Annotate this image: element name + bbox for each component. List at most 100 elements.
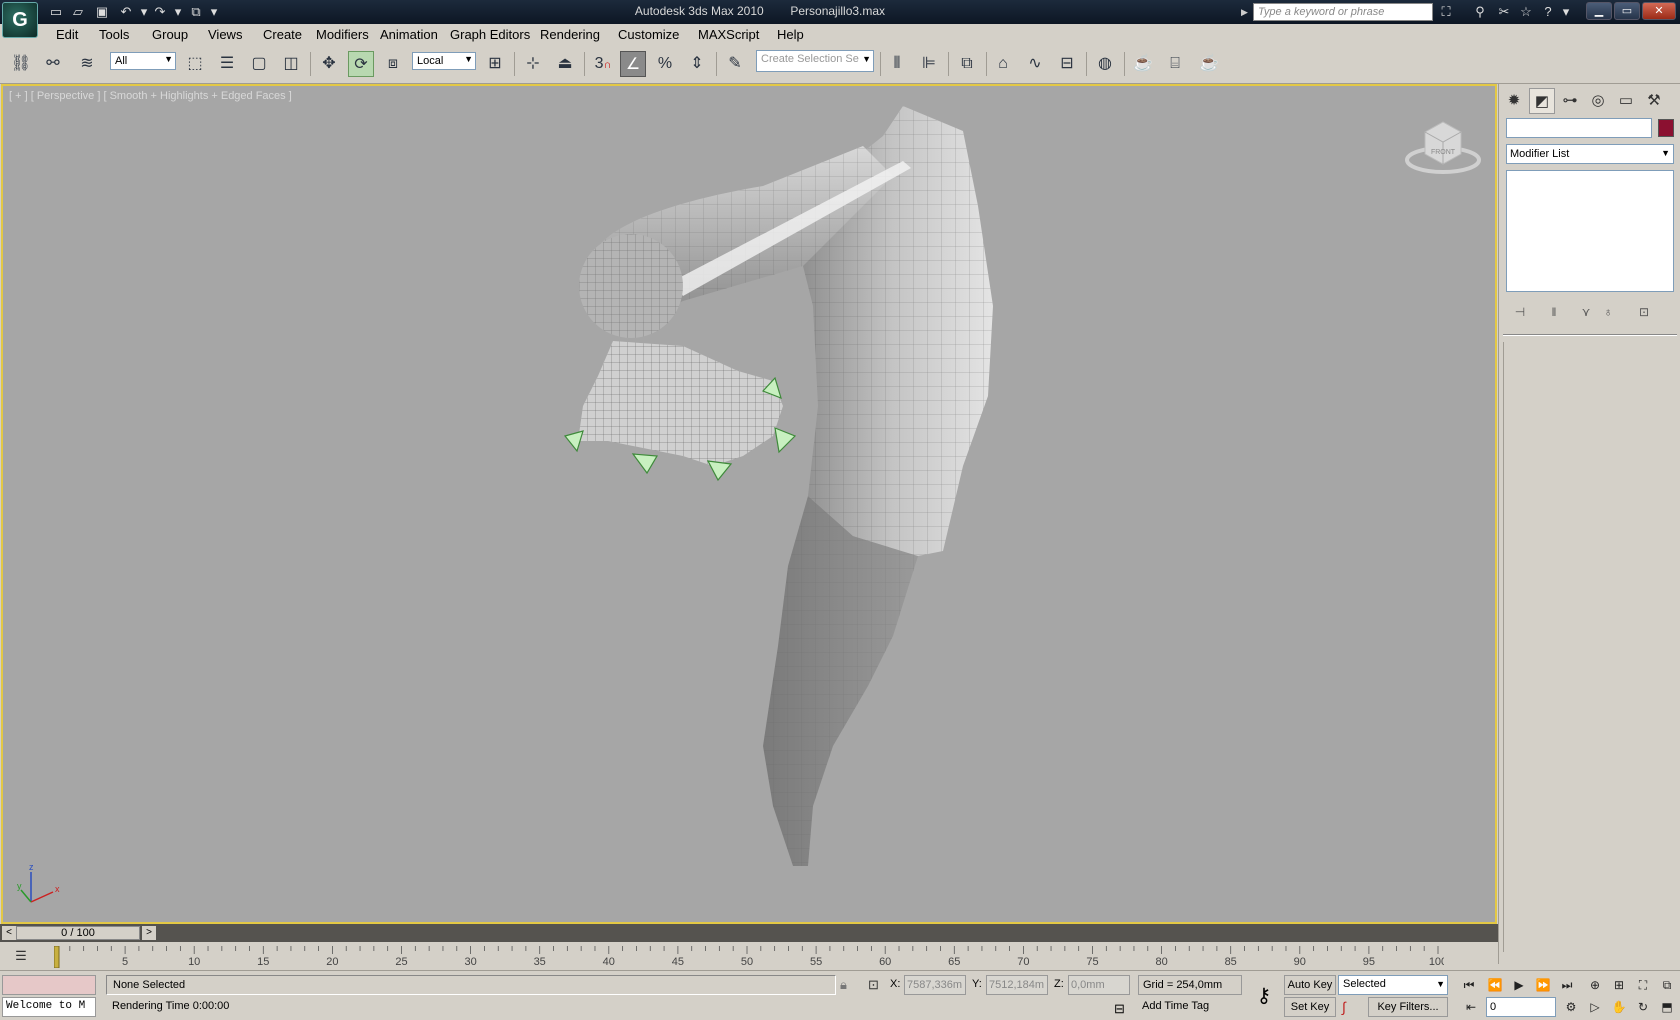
viewcube-icon[interactable]: FRONT (1403, 116, 1483, 178)
menu-edit[interactable]: Edit (56, 27, 78, 42)
time-slider[interactable]: < 0 / 100 > (0, 924, 1498, 942)
motion-tab-icon[interactable]: ◎ (1585, 88, 1611, 114)
named-selection-sets-input[interactable]: Create Selection Se ▼ (756, 50, 874, 72)
absolute-mode-transform-icon[interactable]: ⊡ (868, 977, 879, 993)
menu-modifiers[interactable]: Modifiers (316, 27, 369, 42)
configure-modifier-sets-icon[interactable]: ⊡ (1633, 302, 1655, 322)
y-coordinate-field[interactable]: 7512,184m (986, 975, 1048, 995)
quick-access-dropdown-icon[interactable]: ▾ (204, 3, 224, 21)
render-production-icon[interactable]: ☕ (1196, 51, 1222, 77)
orbit-icon[interactable]: ↻ (1632, 997, 1654, 1017)
undo-icon[interactable]: ↶ (116, 3, 136, 21)
minimize-button[interactable]: ▁ (1586, 2, 1612, 20)
time-tag-icon[interactable]: ⊟ (1114, 1001, 1125, 1017)
key-mode-dropdown[interactable]: Selected ▼ (1338, 975, 1448, 995)
remove-modifier-icon[interactable]: ♁ (1597, 302, 1619, 322)
auto-key-button[interactable]: Auto Key (1284, 975, 1336, 995)
menu-tools[interactable]: Tools (99, 27, 129, 42)
project-folder-icon[interactable]: ⧉ (186, 3, 206, 21)
make-unique-icon[interactable]: ⋎ (1575, 302, 1597, 322)
manipulate-icon[interactable]: ⊹ (520, 51, 546, 77)
field-of-view-icon[interactable]: ▷ (1584, 997, 1606, 1017)
select-and-scale-icon[interactable]: ⧈ (380, 51, 406, 77)
object-color-swatch[interactable] (1658, 119, 1674, 137)
menu-rendering[interactable]: Rendering (540, 27, 600, 42)
frame-ruler[interactable]: 5 10 15 20 25 30 35 40 45 50 55 60 65 70 75 80 85 90 95 100 (54, 946, 1444, 968)
add-time-tag-button[interactable]: Add Time Tag (1138, 997, 1242, 1017)
angle-snap-icon[interactable]: ∠ (620, 51, 646, 77)
set-keys-key-icon[interactable]: ⚷ (1246, 983, 1282, 1009)
pin-stack-icon[interactable]: ⊣ (1509, 302, 1531, 322)
bind-to-space-warp-icon[interactable]: ≋ (74, 51, 100, 77)
open-file-icon[interactable]: ▱ (68, 3, 88, 21)
maximize-button[interactable]: ▭ (1614, 2, 1640, 20)
go-to-end-icon[interactable]: ⏭ (1556, 975, 1578, 995)
window-crossing-icon[interactable]: ◫ (278, 51, 304, 77)
open-mini-curve-editor-icon[interactable]: ☰ (8, 948, 34, 966)
x-coordinate-field[interactable]: 7587,336m (904, 975, 966, 995)
binoculars-icon[interactable]: ⛶ (1436, 3, 1456, 21)
rectangular-selection-icon[interactable]: ▢ (246, 51, 272, 77)
set-key-button[interactable]: Set Key (1284, 997, 1336, 1017)
perspective-viewport[interactable]: [ + ] [ Perspective ] [ Smooth + Highlig… (1, 84, 1497, 924)
app-logo-icon[interactable]: G (2, 2, 38, 38)
previous-frame-icon[interactable]: ⏪ (1484, 975, 1506, 995)
material-editor-icon[interactable]: ◍ (1092, 51, 1118, 77)
time-slider-thumb[interactable]: 0 / 100 (16, 926, 140, 940)
menu-customize[interactable]: Customize (618, 27, 679, 42)
utilities-tab-icon[interactable]: ⚒ (1641, 88, 1667, 114)
zoom-icon[interactable]: ⊕ (1584, 975, 1606, 995)
next-frame-button[interactable]: > (142, 926, 156, 940)
viewport-label[interactable]: [ + ] [ Perspective ] [ Smooth + Highlig… (9, 90, 292, 102)
zoom-extents-all-icon[interactable]: ⧉ (1656, 975, 1678, 995)
graphite-modeling-tools-icon[interactable]: ⌂ (990, 51, 1016, 77)
help-icon[interactable]: ? (1538, 3, 1558, 21)
align-icon[interactable]: ⊫ (916, 51, 942, 77)
snaps-toggle-icon[interactable]: 3∩ (590, 51, 616, 77)
subscription-icon[interactable]: ✂ (1494, 3, 1514, 21)
time-configuration-icon[interactable]: ⚙ (1560, 997, 1582, 1017)
maximize-viewport-icon[interactable]: ⬒ (1656, 997, 1678, 1017)
lock-selection-icon[interactable]: 🔒︎ (840, 977, 847, 993)
menu-create[interactable]: Create (263, 27, 302, 42)
layer-manager-icon[interactable]: ⧉ (954, 51, 980, 77)
character-mesh[interactable] (563, 106, 1083, 924)
current-frame-field[interactable]: 0 (1486, 997, 1556, 1017)
display-tab-icon[interactable]: ▭ (1613, 88, 1639, 114)
selection-filter-dropdown[interactable]: All ▼ (110, 52, 176, 70)
new-file-icon[interactable]: ▭ (46, 3, 66, 21)
select-and-move-icon[interactable]: ✥ (316, 51, 342, 77)
prev-frame-button[interactable]: < (2, 926, 16, 940)
percent-snap-icon[interactable]: % (652, 51, 678, 77)
menu-help[interactable]: Help (777, 27, 804, 42)
hierarchy-tab-icon[interactable]: ⊶ (1557, 88, 1583, 114)
render-setup-icon[interactable]: ☕ (1130, 51, 1156, 77)
edit-named-selections-icon[interactable]: ✎ (722, 51, 748, 77)
select-and-link-icon[interactable]: ⛓ (8, 51, 34, 77)
create-tab-icon[interactable]: ✹ (1501, 88, 1527, 114)
spinner-snap-icon[interactable]: ⇕ (684, 51, 710, 77)
zoom-all-icon[interactable]: ⊞ (1608, 975, 1630, 995)
modifier-list-dropdown[interactable]: Modifier List ▼ (1506, 144, 1674, 164)
schematic-view-icon[interactable]: ⊟ (1054, 51, 1080, 77)
search-expand-icon[interactable]: ▶ (1241, 3, 1253, 21)
menu-graph-editors[interactable]: Graph Editors (450, 27, 530, 42)
menu-maxscript[interactable]: MAXScript (698, 27, 759, 42)
close-button[interactable]: ✕ (1642, 2, 1676, 20)
key-mode-toggle-icon[interactable]: ⇤ (1460, 997, 1482, 1017)
go-to-start-icon[interactable]: ⏮ (1458, 975, 1480, 995)
maxscript-mini-listener[interactable]: Welcome to M (2, 997, 96, 1017)
modifier-stack-list[interactable] (1506, 170, 1674, 292)
show-end-result-icon[interactable]: ‖ (1543, 302, 1565, 322)
pivot-center-icon[interactable]: ⊞ (482, 51, 508, 77)
z-coordinate-field[interactable]: 0,0mm (1068, 975, 1130, 995)
next-frame-icon[interactable]: ⏩ (1532, 975, 1554, 995)
select-object-icon[interactable]: ⬚ (182, 51, 208, 77)
select-and-rotate-icon[interactable]: ⟳ (348, 51, 374, 77)
pan-view-icon[interactable]: ✋ (1608, 997, 1630, 1017)
menu-group[interactable]: Group (152, 27, 188, 42)
zoom-extents-icon[interactable]: ⛶ (1632, 975, 1654, 995)
help-dropdown-icon[interactable]: ▾ (1556, 3, 1576, 21)
modify-tab-icon[interactable]: ◩ (1529, 88, 1555, 114)
communication-center-icon[interactable]: ⚲ (1470, 3, 1490, 21)
